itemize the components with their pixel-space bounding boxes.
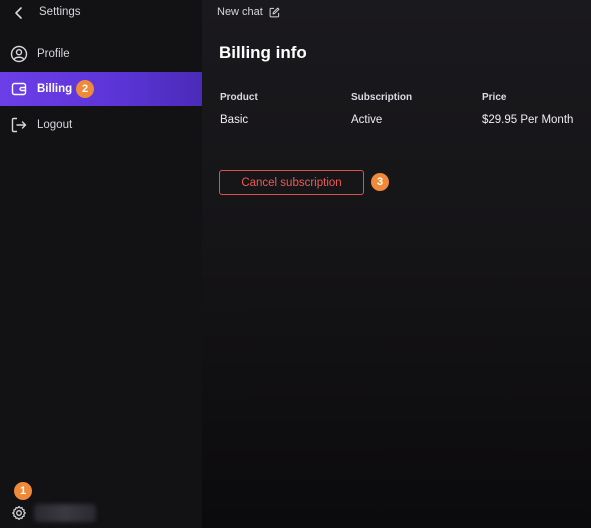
sidebar-item-label: Billing: [37, 83, 73, 95]
sidebar-item-billing[interactable]: Billing 2: [0, 72, 202, 106]
annotation-badge-3: 3: [371, 173, 389, 191]
column-header-subscription: Subscription: [351, 92, 413, 103]
sidebar-item-label: Logout: [37, 119, 73, 131]
subscription-status: Active: [351, 114, 383, 126]
chevron-left-icon[interactable]: [12, 6, 26, 20]
annotation-badge-2: 2: [76, 80, 94, 98]
cancel-subscription-button[interactable]: Cancel subscription: [219, 170, 364, 195]
edit-icon: [269, 7, 280, 17]
logout-icon: [11, 117, 27, 133]
sidebar-item-logout[interactable]: Logout: [0, 108, 202, 142]
new-chat-button[interactable]: New chat: [217, 6, 280, 18]
wallet-icon: [11, 82, 27, 96]
user-name-redacted[interactable]: [34, 504, 96, 522]
sidebar-header: Settings: [0, 0, 202, 26]
settings-sidebar: Settings Profile Billing 2 Logout 1: [0, 0, 202, 528]
annotation-badge-1: 1: [14, 482, 32, 500]
sidebar-item-profile[interactable]: Profile: [0, 37, 202, 71]
sidebar-title: Settings: [39, 6, 81, 18]
sidebar-item-label: Profile: [37, 48, 70, 60]
page-title: Billing info: [219, 43, 307, 62]
billing-panel: New chat Billing info Product Subscripti…: [202, 0, 591, 528]
column-header-price: Price: [482, 92, 507, 103]
new-chat-label: New chat: [217, 6, 263, 18]
gear-icon[interactable]: [11, 505, 27, 521]
user-circle-icon: [10, 45, 28, 63]
product-value: Basic: [220, 114, 249, 126]
settings-app: Settings Profile Billing 2 Logout 1 New …: [0, 0, 591, 528]
price-value: $29.95 Per Month: [482, 114, 574, 126]
column-header-product: Product: [220, 92, 258, 103]
